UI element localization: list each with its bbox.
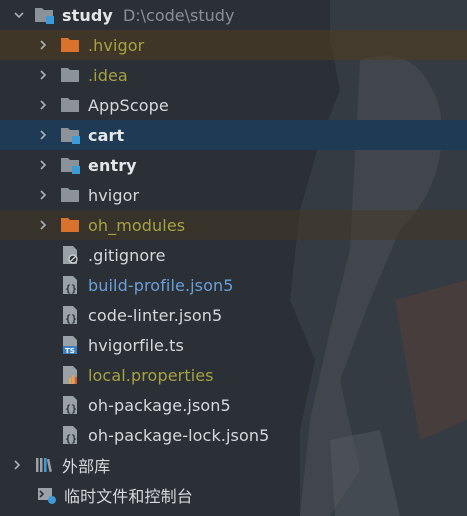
tree-item-label: cart — [88, 125, 125, 145]
libraries-icon — [34, 455, 56, 475]
folder-excluded-icon — [60, 35, 82, 55]
tree-row-oh-modules[interactable]: oh_modules — [0, 210, 467, 240]
tree-item-label: .idea — [88, 65, 128, 85]
chevron-right-icon[interactable] — [36, 98, 50, 112]
tree-item-label: oh-package.json5 — [88, 395, 231, 415]
tree-item-label: 外部库 — [62, 457, 111, 476]
properties-file-icon — [60, 365, 82, 385]
folder-icon — [60, 185, 82, 205]
module-folder-icon — [34, 5, 56, 25]
chevron-right-icon[interactable] — [36, 218, 50, 232]
tree-item-label: build-profile.json5 — [88, 275, 234, 295]
tree-row-gitignore[interactable]: .gitignore — [0, 240, 467, 270]
chevron-right-icon[interactable] — [36, 188, 50, 202]
tree-item-label: AppScope — [88, 95, 169, 115]
tree-row-local-properties[interactable]: local.properties — [0, 360, 467, 390]
tree-row-hvigorfile[interactable]: TS hvigorfile.ts — [0, 330, 467, 360]
module-folder-icon — [60, 125, 82, 145]
tree-item-label: 临时文件和控制台 — [64, 487, 193, 506]
json-file-icon: {} — [60, 425, 82, 445]
project-path: D:\code\study — [122, 5, 235, 25]
tree-row-oh-package[interactable]: {} oh-package.json5 — [0, 390, 467, 420]
tree-row-scratches[interactable]: 临时文件和控制台 — [0, 480, 467, 510]
json-file-icon: {} — [60, 395, 82, 415]
tree-row-build-profile[interactable]: {} build-profile.json5 — [0, 270, 467, 300]
tree-row-external-libraries[interactable]: 外部库 — [0, 450, 467, 480]
tree-item-label: code-linter.json5 — [88, 305, 223, 325]
chevron-right-icon[interactable] — [36, 38, 50, 52]
module-folder-icon — [60, 155, 82, 175]
tree-item-label: oh-package-lock.json5 — [88, 425, 270, 445]
folder-icon — [60, 65, 82, 85]
folder-excluded-icon — [60, 215, 82, 235]
svg-text:{}: {} — [65, 434, 77, 445]
gitignore-file-icon — [60, 245, 82, 265]
chevron-down-icon[interactable] — [12, 8, 26, 22]
svg-text:{}: {} — [65, 314, 77, 325]
tree-row-hvigor-cache[interactable]: .hvigor — [0, 30, 467, 60]
chevron-right-icon[interactable] — [36, 68, 50, 82]
tree-item-label: entry — [88, 155, 137, 175]
tree-row-entry[interactable]: entry — [0, 150, 467, 180]
tree-item-label: oh_modules — [88, 215, 186, 235]
scratches-icon — [36, 485, 58, 505]
project-name: study — [62, 5, 113, 25]
tree-item-label: .hvigor — [88, 35, 145, 55]
json-file-icon: {} — [60, 275, 82, 295]
svg-text:{}: {} — [65, 284, 77, 295]
tree-item-label: .gitignore — [88, 245, 166, 265]
folder-icon — [60, 95, 82, 115]
tree-row-oh-package-lock[interactable]: {} oh-package-lock.json5 — [0, 420, 467, 450]
svg-text:{}: {} — [65, 404, 77, 415]
typescript-file-icon: TS — [60, 335, 82, 355]
tree-row-cart[interactable]: cart — [0, 120, 467, 150]
json-file-icon: {} — [60, 305, 82, 325]
tree-item-label: hvigorfile.ts — [88, 335, 184, 355]
tree-row-idea[interactable]: .idea — [0, 60, 467, 90]
tree-row-hvigor[interactable]: hvigor — [0, 180, 467, 210]
tree-item-label: local.properties — [88, 365, 214, 385]
chevron-right-icon[interactable] — [36, 128, 50, 142]
project-tree: study D:\code\study .hvigor .idea AppSco… — [0, 0, 467, 510]
tree-item-label: hvigor — [88, 185, 140, 205]
svg-text:TS: TS — [65, 347, 75, 355]
chevron-right-icon[interactable] — [10, 458, 24, 472]
chevron-right-icon[interactable] — [36, 158, 50, 172]
tree-row-code-linter[interactable]: {} code-linter.json5 — [0, 300, 467, 330]
tree-row-appscope[interactable]: AppScope — [0, 90, 467, 120]
tree-row-project-root[interactable]: study D:\code\study — [0, 0, 467, 30]
